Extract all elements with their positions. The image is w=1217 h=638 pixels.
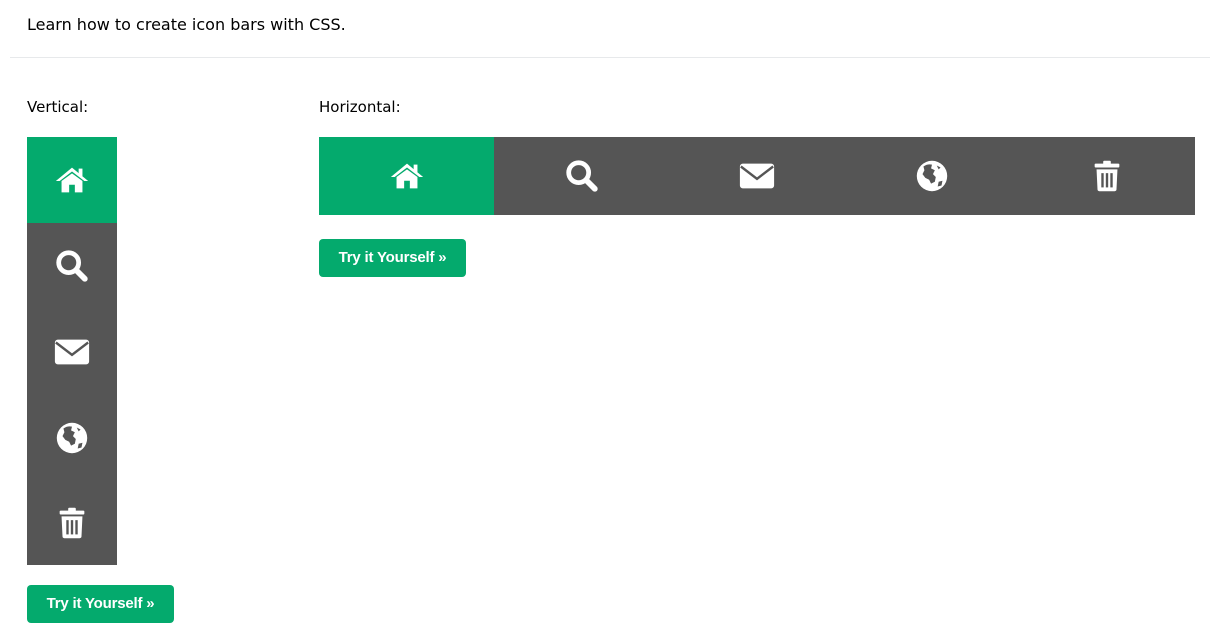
home-icon: [55, 167, 89, 193]
vertical-label: Vertical:: [27, 98, 89, 116]
horizontal-label: Horizontal:: [319, 98, 401, 116]
vertical-globe-link[interactable]: [27, 395, 117, 481]
vertical-trash-link[interactable]: [27, 481, 117, 565]
horizontal-home-link[interactable]: [319, 137, 495, 215]
horizontal-icon-bar: [319, 137, 1195, 215]
intro-text: Learn how to create icon bars with CSS.: [27, 15, 346, 34]
globe-icon: [916, 160, 948, 192]
vertical-envelope-link[interactable]: [27, 309, 117, 395]
try-it-yourself-vertical-button[interactable]: Try it Yourself »: [27, 585, 174, 623]
horizontal-search-link[interactable]: [494, 137, 669, 215]
envelope-icon: [54, 339, 90, 365]
vertical-home-link[interactable]: [27, 137, 117, 223]
horizontal-envelope-link[interactable]: [669, 137, 844, 215]
envelope-icon: [739, 163, 775, 189]
vertical-search-link[interactable]: [27, 223, 117, 309]
globe-icon: [56, 422, 88, 454]
try-it-yourself-horizontal-button[interactable]: Try it Yourself »: [319, 239, 466, 277]
divider: [10, 57, 1210, 58]
horizontal-trash-link[interactable]: [1020, 137, 1195, 215]
trash-icon: [59, 507, 85, 539]
search-icon: [566, 160, 598, 192]
home-icon: [390, 163, 423, 189]
vertical-icon-bar: [27, 137, 117, 565]
search-icon: [56, 250, 88, 282]
trash-icon: [1094, 160, 1120, 192]
horizontal-globe-link[interactable]: [845, 137, 1020, 215]
